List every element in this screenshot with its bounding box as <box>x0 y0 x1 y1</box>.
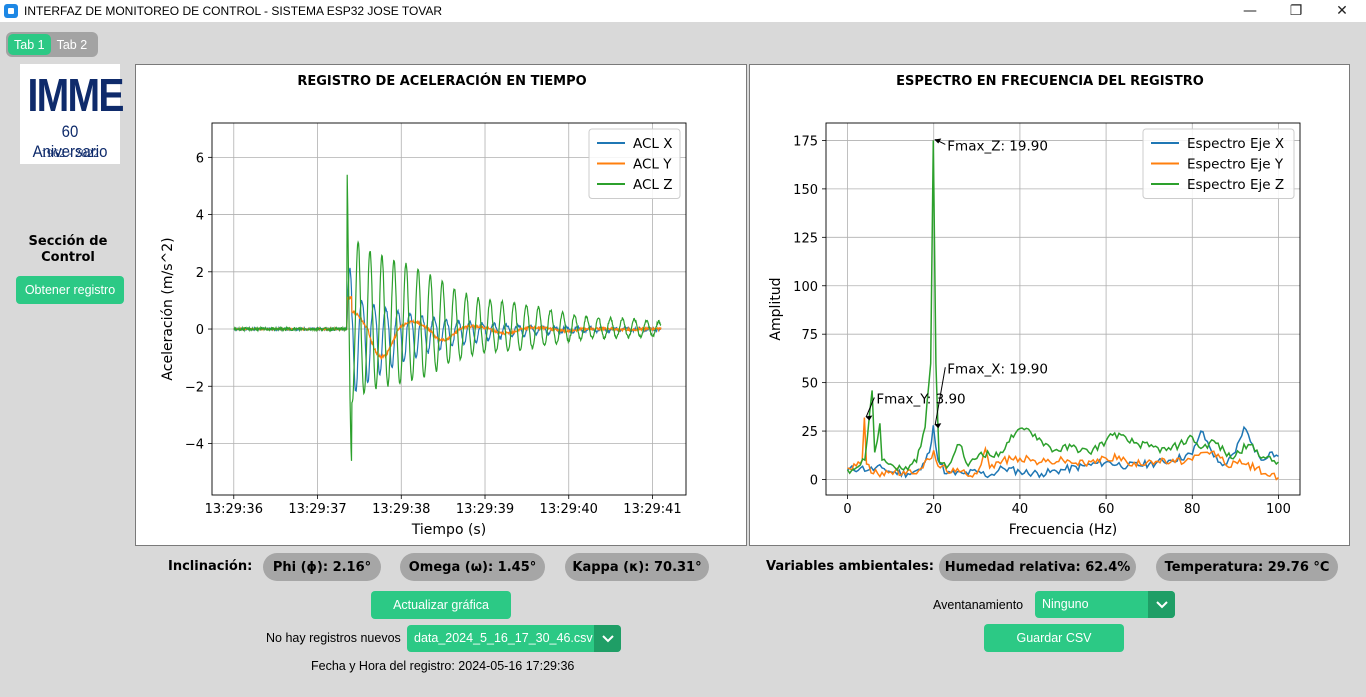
tab-2[interactable]: Tab 2 <box>51 34 94 55</box>
file-select[interactable]: data_2024_5_16_17_30_46.csv <box>407 625 621 652</box>
x-tick-label: 60 <box>1098 502 1115 517</box>
legend-entry: ACL Z <box>633 177 673 193</box>
y-tick-label: 0 <box>810 474 818 489</box>
maximize-button[interactable]: ❐ <box>1273 0 1319 22</box>
y-tick-label: 6 <box>196 151 204 166</box>
app-icon <box>4 4 18 18</box>
x-tick-label: 13:29:41 <box>623 502 681 517</box>
x-tick-label: 0 <box>843 502 851 517</box>
y-tick-label: 4 <box>196 209 204 224</box>
humidity-badge: Humedad relativa: 62.4% <box>939 553 1136 581</box>
legend-entry: Espectro Eje Y <box>1187 157 1284 173</box>
x-tick-label: 13:29:40 <box>540 502 598 517</box>
spectrum-chart-panel: ESPECTRO EN FRECUENCIA DEL REGISTRO 0 20 40… <box>749 64 1350 546</box>
control-section-title-line1: Sección de <box>28 234 108 249</box>
legend-entry: Espectro Eje Z <box>1187 177 1284 193</box>
x-tick-label: 13:29:38 <box>372 502 430 517</box>
legend-entry: Espectro Eje X <box>1187 136 1284 152</box>
annotation-label: Fmax_X: 19.90 <box>947 361 1048 377</box>
y-tick-label: 125 <box>793 231 818 246</box>
chart-title: ESPECTRO EN FRECUENCIA DEL REGISTRO <box>896 74 1204 89</box>
annotation-label: Fmax_Y: 3.90 <box>876 392 965 408</box>
x-tick-label: 80 <box>1184 502 1201 517</box>
logo-main-text: IMME <box>27 69 125 121</box>
x-axis-label: Frecuencia (Hz) <box>1009 522 1118 538</box>
phi-badge: Phi (ϕ): 2.16° <box>263 553 381 581</box>
window-label: Aventanamiento <box>933 598 1024 612</box>
control-section-title-line2: Control <box>41 250 95 265</box>
y-axis-label: Amplitud <box>768 277 784 340</box>
x-axis-label: Tiempo (s) <box>411 522 486 538</box>
y-tick-label: 75 <box>801 328 818 343</box>
series-line-3 <box>233 174 662 461</box>
window-title: INTERFAZ DE MONITOREO DE CONTROL - SISTE… <box>24 4 443 18</box>
tab-bar: Tab 1 Tab 2 <box>6 32 98 57</box>
y-tick-label: 150 <box>793 183 818 198</box>
x-tick-label: 13:29:39 <box>456 502 514 517</box>
imme-logo: IMME 60 Aniversario 1962 - 2022 <box>20 64 125 164</box>
y-tick-label: 2 <box>196 266 204 281</box>
y-axis-label: Aceleración (m/s^2) <box>160 237 176 380</box>
tab-1[interactable]: Tab 1 <box>8 34 51 55</box>
x-tick-label: 20 <box>925 502 942 517</box>
annotation-arrowhead <box>934 138 942 144</box>
chart-title: REGISTRO DE ACELERACIÓN EN TIEMPO <box>297 73 586 89</box>
annotation-label: Fmax_Z: 19.90 <box>947 138 1048 154</box>
time-chart-panel: REGISTRO DE ACELERACIÓN EN TIEMPO 13:29:3… <box>135 64 747 546</box>
no-records-label: No hay registros nuevos <box>266 631 401 645</box>
series-line-2 <box>233 296 662 360</box>
update-chart-button[interactable]: Actualizar gráfica <box>371 591 511 619</box>
chevron-down-icon[interactable] <box>594 625 621 652</box>
temperature-badge: Temperatura: 29.76 °C <box>1156 553 1338 581</box>
legend-entry: ACL X <box>633 136 673 152</box>
y-tick-label: −4 <box>185 437 204 452</box>
control-section-title: Sección de Control <box>18 234 118 266</box>
y-tick-label: −2 <box>185 380 204 395</box>
x-tick-label: 13:29:37 <box>288 502 346 517</box>
inclination-label: Inclinación: <box>168 559 253 574</box>
x-tick-label: 13:29:36 <box>205 502 263 517</box>
acceleration-time-chart: REGISTRO DE ACELERACIÓN EN TIEMPO 13:29:3… <box>160 73 687 538</box>
omega-badge: Omega (ω): 1.45° <box>400 553 545 581</box>
x-tick-label: 100 <box>1266 502 1291 517</box>
environment-label: Variables ambientales: <box>766 559 934 574</box>
chevron-down-icon[interactable] <box>1148 591 1175 618</box>
window-select-value: Ninguno <box>1042 597 1089 611</box>
record-datetime: Fecha y Hora del registro: 2024-05-16 17… <box>311 659 575 673</box>
frequency-spectrum-chart: ESPECTRO EN FRECUENCIA DEL REGISTRO 0 20 40… <box>768 74 1301 538</box>
y-tick-label: 50 <box>801 377 818 392</box>
title-bar: INTERFAZ DE MONITOREO DE CONTROL - SISTE… <box>0 0 1366 22</box>
y-tick-label: 25 <box>801 425 818 440</box>
minimize-button[interactable]: — <box>1227 0 1273 22</box>
y-tick-label: 175 <box>793 134 818 149</box>
legend-entry: ACL Y <box>633 157 672 173</box>
logo-years-text: 1962 - 2022 <box>41 146 99 160</box>
x-tick-label: 40 <box>1012 502 1029 517</box>
y-tick-label: 100 <box>793 280 818 295</box>
window-select[interactable]: Ninguno <box>1035 591 1175 618</box>
save-csv-button[interactable]: Guardar CSV <box>984 624 1124 652</box>
file-select-value: data_2024_5_16_17_30_46.csv <box>414 631 593 645</box>
kappa-badge: Kappa (κ): 70.31° <box>565 553 709 581</box>
close-button[interactable]: ✕ <box>1319 0 1365 22</box>
get-record-button[interactable]: Obtener registro <box>16 276 124 304</box>
y-tick-label: 0 <box>196 323 204 338</box>
